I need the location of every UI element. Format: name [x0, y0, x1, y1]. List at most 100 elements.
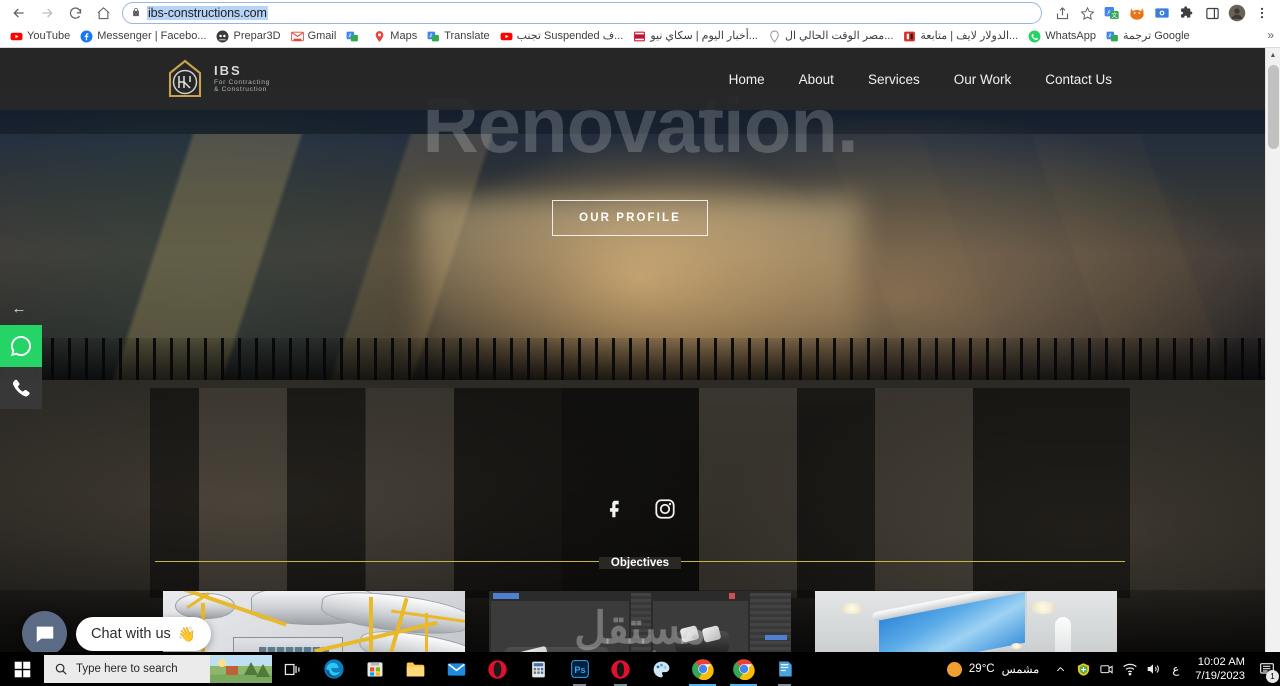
site-logo[interactable]: IBS For Contracting & Construction [165, 58, 270, 100]
bookmark-item[interactable]: A [341, 28, 368, 45]
taskbar-search-placeholder: Type here to search [76, 663, 178, 675]
taskbar-microsoft-store-icon[interactable] [354, 652, 395, 686]
bookmark-label: تجنب Suspended ف... [517, 30, 624, 43]
bookmarks-bar: YouTube Messenger | Facebo... Prepar3D G… [0, 26, 1280, 47]
taskbar-search-thumbnail [210, 655, 272, 683]
logo-tagline-2: & Construction [214, 86, 270, 93]
scroll-up-arrow-icon[interactable]: ▲ [1266, 48, 1280, 63]
profile-avatar-icon[interactable] [1225, 1, 1249, 25]
taskbar-google-chrome-icon[interactable] [682, 652, 723, 686]
extensions-puzzle-icon[interactable] [1175, 1, 1199, 25]
star-icon[interactable] [1075, 1, 1099, 25]
action-center-button[interactable]: 1 [1253, 652, 1280, 686]
wifi-icon[interactable] [1118, 652, 1141, 686]
bookmark-label: ترجمة Google [1123, 30, 1190, 43]
whatsapp-icon [9, 334, 33, 358]
bookmark-item[interactable]: Prepar3D [211, 28, 285, 45]
bookmark-label: WhatsApp [1045, 30, 1096, 43]
bookmark-item[interactable]: Messenger | Facebo... [75, 28, 211, 45]
nav-item-our-work[interactable]: Our Work [954, 72, 1012, 87]
maps-pin-icon [768, 30, 781, 43]
taskbar-paint-net-icon[interactable] [641, 652, 682, 686]
nav-item-about[interactable]: About [799, 72, 834, 87]
page-scrollbar[interactable]: ▲ ▼ [1265, 48, 1280, 686]
taskbar-calculator-icon[interactable] [518, 652, 559, 686]
google-translate-icon[interactable]: A文 [1100, 1, 1124, 25]
bookmark-label: Messenger | Facebo... [97, 30, 206, 43]
bookmark-item[interactable]: Maps [368, 28, 422, 45]
nav-item-home[interactable]: Home [729, 72, 765, 87]
action-center-badge: 1 [1266, 670, 1279, 683]
instagram-icon[interactable] [654, 498, 676, 520]
collapse-widgets-arrow-icon[interactable]: ← [6, 300, 32, 317]
hero-fence [0, 338, 1280, 380]
nav-item-contact-us[interactable]: Contact Us [1045, 72, 1112, 87]
bookmark-item[interactable]: Gmail [286, 28, 342, 45]
google-translate-icon: A [1106, 30, 1119, 43]
toolbar-icons: A文 [1050, 1, 1274, 25]
forward-icon[interactable] [34, 1, 60, 25]
google-translate-icon: A [346, 30, 359, 43]
volume-icon[interactable] [1141, 652, 1164, 686]
language-indicator[interactable]: ع [1164, 662, 1187, 676]
bookmark-item[interactable]: WhatsApp [1023, 28, 1101, 45]
phone-float-button[interactable] [0, 367, 42, 409]
fox-extension-icon[interactable] [1125, 1, 1149, 25]
logo-name: IBS [214, 64, 270, 79]
taskbar-mail-icon[interactable] [436, 652, 477, 686]
bookmark-label: Maps [390, 30, 417, 43]
back-icon[interactable] [6, 1, 32, 25]
maps-pin-icon [373, 30, 386, 43]
bookmark-item[interactable]: الدولار لايف | متابعة... [898, 28, 1023, 45]
nav-item-services[interactable]: Services [868, 72, 920, 87]
bookmark-label: Prepar3D [233, 30, 280, 43]
task-view-icon[interactable] [272, 652, 313, 686]
whatsapp-icon [1028, 30, 1041, 43]
bookmark-item[interactable]: أخبار اليوم | سكاي نيو... [628, 28, 763, 45]
taskbar-file-explorer-icon[interactable] [395, 652, 436, 686]
prepar3d-icon [216, 30, 229, 43]
scrollbar-thumb[interactable] [1268, 65, 1279, 149]
bookmark-label: Gmail [308, 30, 337, 43]
sun-icon [947, 662, 962, 677]
site-header: IBS For Contracting & Construction Home … [0, 48, 1280, 110]
webcam-icon[interactable] [1095, 652, 1118, 686]
bookmark-item[interactable]: YouTube [5, 28, 75, 45]
address-bar[interactable]: ibs-constructions.com [122, 2, 1042, 24]
bookmark-item[interactable]: مصر الوقت الحالي ال... [763, 28, 898, 45]
facebook-icon[interactable] [604, 498, 626, 520]
reload-icon[interactable] [62, 1, 88, 25]
windows-start-icon[interactable] [0, 652, 44, 686]
whatsapp-float-button[interactable] [0, 325, 42, 367]
taskbar-photoshop-icon[interactable]: Ps [559, 652, 600, 686]
taskbar-weather-widget[interactable]: 29°C مشمس [937, 652, 1049, 686]
taskbar-opera-gx-icon[interactable] [600, 652, 641, 686]
browser-toolbar: ibs-constructions.com A文 [0, 0, 1280, 26]
our-profile-button[interactable]: OUR PROFILE [552, 200, 708, 236]
logo-text: IBS For Contracting & Construction [214, 64, 270, 93]
chrome-menu-icon[interactable] [1250, 1, 1274, 25]
bookmark-item[interactable]: تجنب Suspended ف... [495, 28, 629, 45]
taskbar-opera-icon[interactable] [477, 652, 518, 686]
taskbar-microsoft-edge-icon[interactable] [313, 652, 354, 686]
screen-capture-icon[interactable] [1150, 1, 1174, 25]
objectives-heading-wrap: Objectives [0, 553, 1280, 571]
bookmark-item[interactable]: A ترجمة Google [1101, 28, 1195, 45]
home-icon[interactable] [90, 1, 116, 25]
share-icon[interactable] [1050, 1, 1074, 25]
chat-with-us-bubble[interactable]: Chat with us 👋 [76, 617, 211, 651]
taskbar-notepad-icon[interactable] [764, 652, 805, 686]
address-bar-url[interactable]: ibs-constructions.com [147, 6, 268, 20]
side-panel-icon[interactable] [1200, 1, 1224, 25]
site-navigation: Home About Services Our Work Contact Us [729, 72, 1112, 87]
security-shield-icon[interactable] [1072, 652, 1095, 686]
bookmark-item[interactable]: A Translate [422, 28, 494, 45]
taskbar-google-chrome-icon[interactable] [723, 652, 764, 686]
chat-fab-button[interactable] [22, 611, 67, 656]
taskbar-clock[interactable]: 10:02 AM 7/19/2023 [1187, 655, 1253, 683]
browser-chrome: ibs-constructions.com A文 [0, 0, 1280, 48]
facebook-icon [80, 30, 93, 43]
bookmarks-overflow-button[interactable]: » [1264, 28, 1277, 42]
show-hidden-icons-chevron[interactable] [1049, 652, 1072, 686]
taskbar-search-input[interactable]: Type here to search [44, 655, 272, 683]
